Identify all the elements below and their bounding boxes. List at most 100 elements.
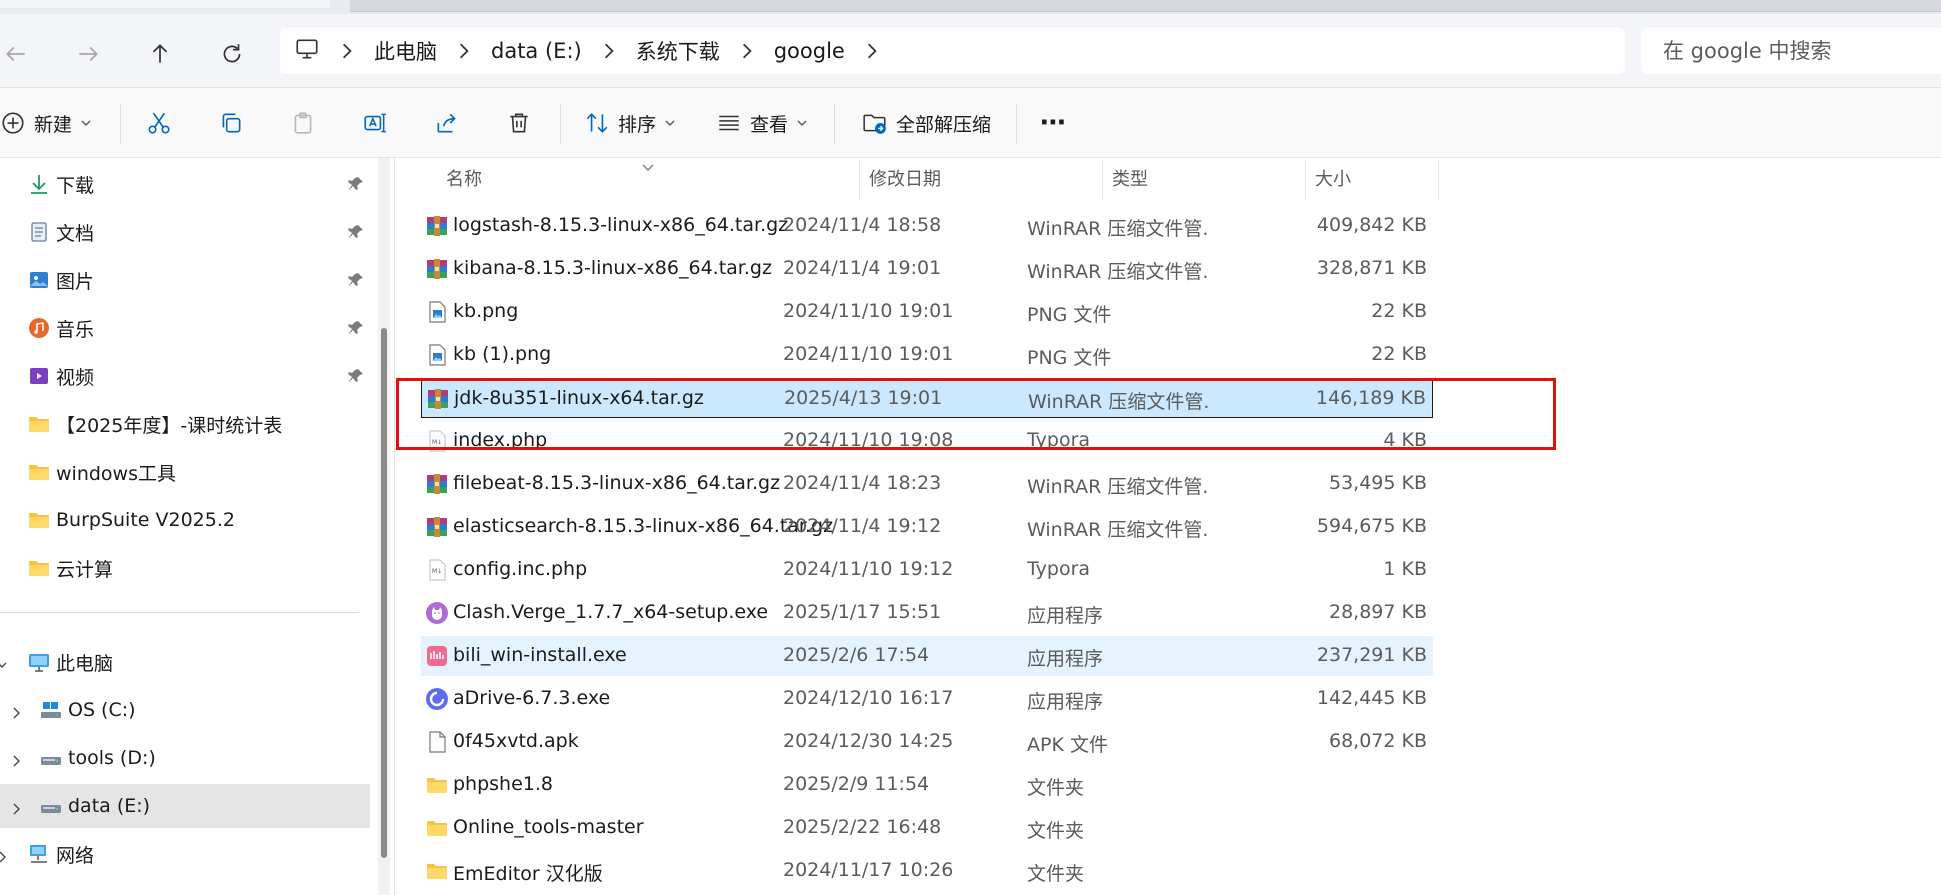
- breadcrumb-system-downloads[interactable]: 系统下载: [636, 36, 720, 66]
- file-name: kb (1).png: [453, 343, 552, 365]
- sidebar-item-folder-course-stats[interactable]: 【2025年度】-课时统计表: [0, 402, 370, 446]
- chevron-right-icon[interactable]: [594, 42, 624, 60]
- delete-button[interactable]: [506, 100, 532, 146]
- drive-icon: [38, 793, 64, 819]
- file-name: bili_win-install.exe: [453, 644, 627, 666]
- file-date: 2025/2/9 11:54: [783, 773, 930, 795]
- column-separator[interactable]: [1438, 160, 1439, 200]
- table-row-partial[interactable]: [421, 188, 1433, 200]
- sidebar-item-documents[interactable]: 文档: [0, 210, 370, 254]
- sidebar-item-label: BurpSuite V2025.2: [56, 509, 235, 531]
- rename-button[interactable]: [362, 100, 388, 146]
- table-row[interactable]: kb (1).png 2024/11/10 19:01 PNG 文件 22 KB: [421, 335, 1433, 375]
- pin-icon[interactable]: [348, 367, 366, 385]
- paste-button[interactable]: [290, 100, 316, 146]
- chevron-right-icon[interactable]: [332, 42, 362, 60]
- sidebar-item-folder-windows-tools[interactable]: windows工具: [0, 450, 370, 494]
- table-row[interactable]: Online_tools-master 2025/2/22 16:48 文件夹: [421, 808, 1433, 848]
- sidebar-item-drive-e[interactable]: data (E:): [0, 784, 370, 828]
- file-name: Clash.Verge_1.7.7_x64-setup.exe: [453, 601, 769, 623]
- extract-folder-icon: [863, 114, 886, 134]
- chevron-right-icon[interactable]: [857, 42, 887, 60]
- more-options-button[interactable]: ⋯: [1040, 100, 1066, 146]
- file-type: 文件夹: [1027, 820, 1085, 842]
- navigation-pane-scrollbar[interactable]: [378, 158, 390, 895]
- active-tab[interactable]: [350, 0, 1941, 12]
- new-button[interactable]: 新建: [0, 100, 92, 146]
- winrar-archive-icon: [425, 472, 451, 498]
- file-name: kibana-8.15.3-linux-x86_64.tar.gz: [453, 257, 772, 279]
- typora-file-icon: M↓: [425, 558, 451, 584]
- chevron-right-icon[interactable]: [732, 42, 762, 60]
- chevron-right-icon[interactable]: [10, 703, 24, 719]
- extract-all-label: 全部解压缩: [896, 113, 992, 136]
- sidebar-item-drive-d[interactable]: tools (D:): [0, 736, 370, 780]
- sidebar-item-pictures[interactable]: 图片: [0, 258, 370, 302]
- chevron-right-icon[interactable]: [449, 42, 479, 60]
- breadcrumb-google[interactable]: google: [774, 39, 845, 63]
- file-type: PNG 文件: [1027, 304, 1112, 326]
- back-button[interactable]: [0, 36, 34, 72]
- table-row[interactable]: kibana-8.15.3-linux-x86_64.tar.gz 2024/11…: [421, 249, 1433, 289]
- table-row[interactable]: Clash.Verge_1.7.7_x64-setup.exe 2025/1/17…: [421, 593, 1433, 633]
- sidebar-item-folder-burpsuite[interactable]: BurpSuite V2025.2: [0, 498, 370, 542]
- sort-button[interactable]: 排序: [584, 100, 676, 146]
- sidebar-item-label: 视频: [56, 366, 95, 389]
- file-name: jdk-8u351-linux-x64.tar.gz: [454, 387, 704, 409]
- table-row[interactable]: kb.png 2024/11/10 19:01 PNG 文件 22 KB: [421, 292, 1433, 332]
- search-input[interactable]: [1663, 39, 1941, 63]
- table-row-selected[interactable]: jdk-8u351-linux-x64.tar.gz 2025/4/13 19:0…: [421, 378, 1433, 418]
- pin-icon[interactable]: [348, 319, 366, 337]
- sidebar-item-folder-cloud-computing[interactable]: 云计算: [0, 546, 370, 590]
- toolbar-separator: [834, 104, 835, 144]
- breadcrumb-data-drive[interactable]: data (E:): [491, 39, 582, 63]
- computer-icon: [26, 649, 52, 675]
- view-button[interactable]: 查看: [716, 100, 808, 146]
- search-box[interactable]: [1641, 28, 1941, 74]
- pin-icon[interactable]: [348, 271, 366, 289]
- chevron-right-icon[interactable]: [0, 847, 10, 863]
- sidebar-item-videos[interactable]: 视频: [0, 354, 370, 398]
- address-bar[interactable]: 此电脑 data (E:) 系统下载 google: [280, 28, 1625, 74]
- pin-icon[interactable]: [348, 175, 366, 193]
- pin-icon[interactable]: [348, 223, 366, 241]
- forward-button[interactable]: [70, 36, 106, 72]
- sidebar-item-drive-c[interactable]: OS (C:): [0, 688, 370, 732]
- up-button[interactable]: [142, 36, 178, 72]
- chevron-right-icon[interactable]: [10, 799, 24, 815]
- chevron-right-icon[interactable]: [10, 751, 24, 767]
- sidebar-item-this-pc[interactable]: 此电脑: [0, 640, 370, 684]
- file-size: 237,291 KB: [1316, 644, 1427, 666]
- drive-icon: [38, 745, 64, 771]
- table-row[interactable]: filebeat-8.15.3-linux-x86_64.tar.gz 2024/…: [421, 464, 1433, 504]
- sidebar-item-music[interactable]: 音乐: [0, 306, 370, 350]
- table-row[interactable]: EmEditor 汉化版 2024/11/17 10:26 文件夹: [421, 851, 1433, 891]
- table-row[interactable]: logstash-8.15.3-linux-x86_64.tar.gz 2024/…: [421, 206, 1433, 246]
- scrollbar-thumb[interactable]: [381, 328, 387, 858]
- table-row[interactable]: phpshe1.8 2025/2/9 11:54 文件夹: [421, 765, 1433, 805]
- arrow-right-icon: [79, 46, 98, 62]
- table-row[interactable]: M↓ config.inc.php 2024/11/10 19:12 Typora 1 …: [421, 550, 1433, 590]
- file-date: 2024/11/10 19:12: [783, 558, 954, 580]
- table-row[interactable]: elasticsearch-8.15.3-linux-x86_64.tar.gz…: [421, 507, 1433, 547]
- winrar-archive-icon: [425, 214, 451, 240]
- file-name: phpshe1.8: [453, 773, 554, 795]
- blank-file-icon: [425, 730, 451, 756]
- cut-button[interactable]: [146, 100, 172, 146]
- chevron-down-icon[interactable]: [0, 655, 10, 669]
- sidebar-item-downloads[interactable]: 下载: [0, 162, 370, 206]
- table-row[interactable]: aDrive-6.7.3.exe 2024/12/10 16:17 应用程序 142,…: [421, 679, 1433, 719]
- sidebar-item-label: 网络: [56, 844, 95, 867]
- winrar-archive-icon: [426, 387, 452, 413]
- file-type: APK 文件: [1027, 734, 1108, 756]
- share-button[interactable]: [434, 100, 460, 146]
- extract-all-button[interactable]: 全部解压缩: [862, 100, 991, 146]
- table-row[interactable]: 0f45xvtd.apk 2024/12/30 14:25 APK 文件 68,072…: [421, 722, 1433, 762]
- sidebar-item-network[interactable]: 网络: [0, 832, 370, 876]
- breadcrumb-this-pc[interactable]: 此电脑: [374, 36, 437, 66]
- copy-button[interactable]: [218, 100, 244, 146]
- file-type: 应用程序: [1027, 691, 1104, 713]
- refresh-button[interactable]: [214, 36, 250, 72]
- table-row[interactable]: M↓ index.php 2024/11/10 19:08 Typora 4 KB: [421, 421, 1433, 461]
- table-row[interactable]: bili_win-install.exe 2025/2/6 17:54 应用程序 23…: [421, 636, 1433, 676]
